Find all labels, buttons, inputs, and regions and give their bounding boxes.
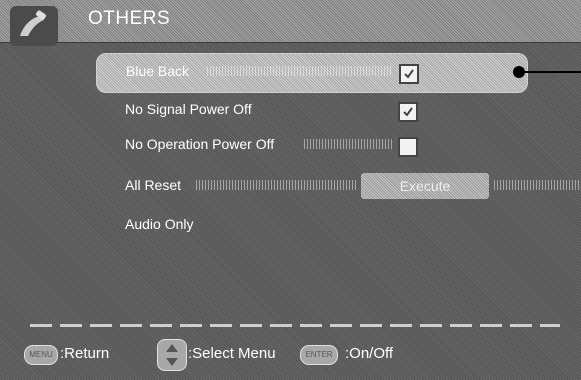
menu-item-no-signal-power-off[interactable]: No Signal Power Off [96,92,526,130]
select-menu-hint: :Select Menu [188,345,276,362]
title-bar: OTHERS [0,0,581,46]
menu-item-label: No Operation Power Off [125,136,275,152]
menu-item-label: Audio Only [125,216,194,232]
no-operation-power-off-checkbox[interactable] [398,137,418,157]
dotted-filler [304,139,392,149]
checkmark-icon [403,107,413,117]
menu-item-blue-back[interactable]: Blue Back [96,53,528,93]
on-off-hint: :On/Off [345,345,394,362]
menu-item-label: Blue Back [126,63,190,79]
footer-bar: MENU :Return :Select Menu ENTER :On/Off [0,338,581,380]
no-signal-power-off-checkbox[interactable] [398,102,418,122]
menu-key-icon: MENU [24,345,58,365]
menu-item-label: All Reset [125,177,182,193]
dotted-filler [196,180,356,190]
dotted-filler [207,66,392,76]
menu-item-audio-only[interactable]: Audio Only [96,207,526,245]
wrench-hand-icon [10,6,58,46]
return-hint: :Return [60,345,110,362]
blue-back-checkbox[interactable] [399,64,419,84]
execute-button[interactable]: Execute [361,173,489,199]
dotted-filler [494,180,579,190]
page-title: OTHERS [88,8,171,29]
menu-item-label: No Signal Power Off [125,101,252,117]
checkmark-icon [404,69,414,79]
menu-item-no-operation-power-off[interactable]: No Operation Power Off [96,127,526,165]
menu-item-all-reset[interactable]: All Reset Execute [96,168,581,206]
enter-key-icon: ENTER [300,345,338,365]
up-down-arrows-icon [157,339,187,371]
footer-separator [30,324,560,327]
callout-line [523,71,581,73]
